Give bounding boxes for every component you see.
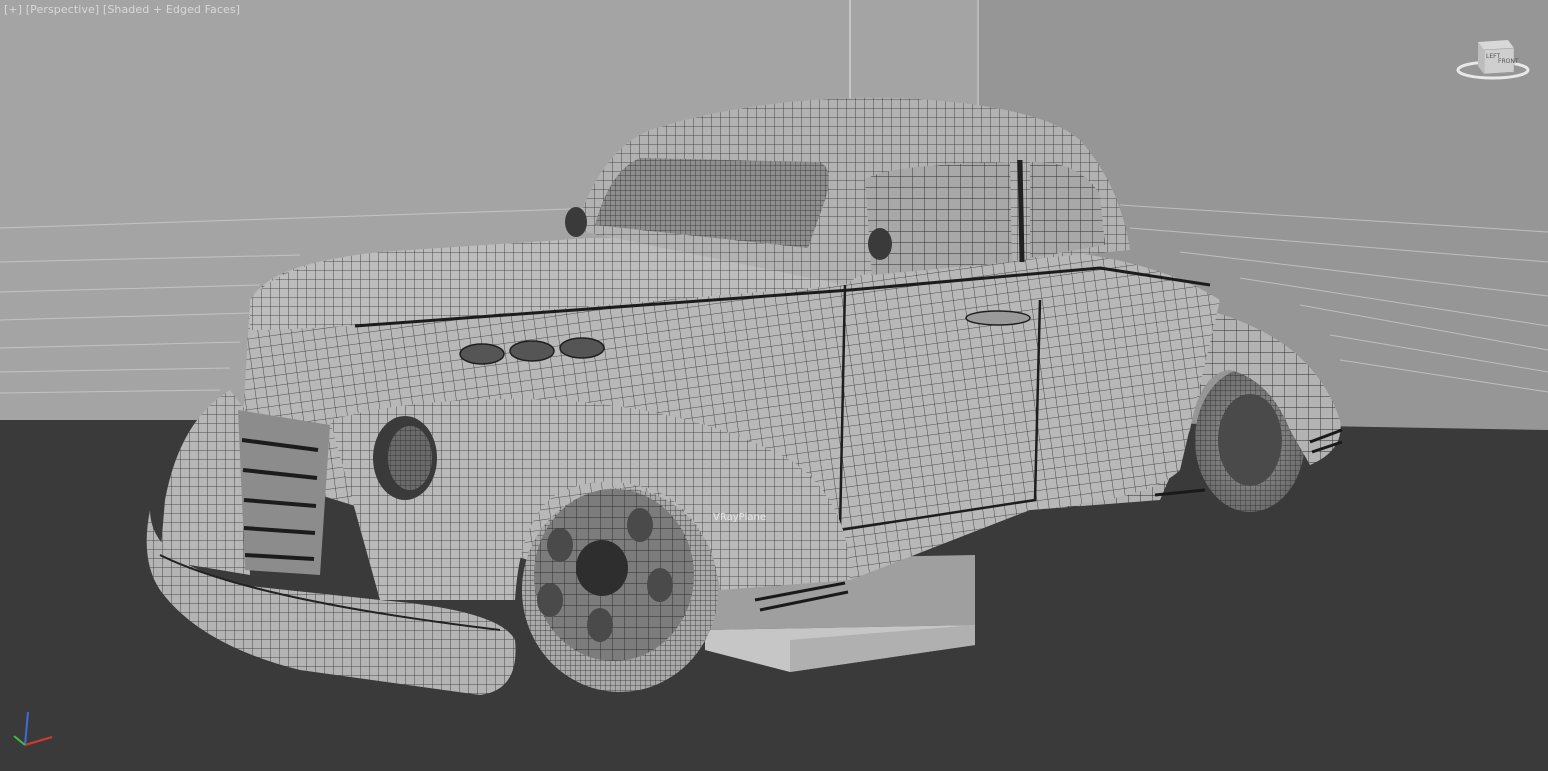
viewport-menu-view[interactable]: [Perspective] (26, 3, 100, 16)
vray-plane-label: VRayPlane (713, 512, 767, 523)
viewport-menu-plus[interactable]: [+] (4, 3, 22, 16)
perspective-viewport[interactable]: LEFT FRONT [+] [Perspective] [Shaded + E… (0, 0, 1548, 771)
viewport-menu-shading[interactable]: [Shaded + Edged Faces] (103, 3, 240, 16)
front-wheel[interactable] (522, 488, 718, 692)
viewcube-face-front[interactable]: FRONT (1498, 58, 1519, 65)
viewport-scene[interactable]: LEFT FRONT (0, 0, 1548, 771)
headlight (373, 416, 437, 500)
viewport-label: [+] [Perspective] [Shaded + Edged Faces] (4, 3, 240, 16)
front-grille (238, 410, 330, 575)
